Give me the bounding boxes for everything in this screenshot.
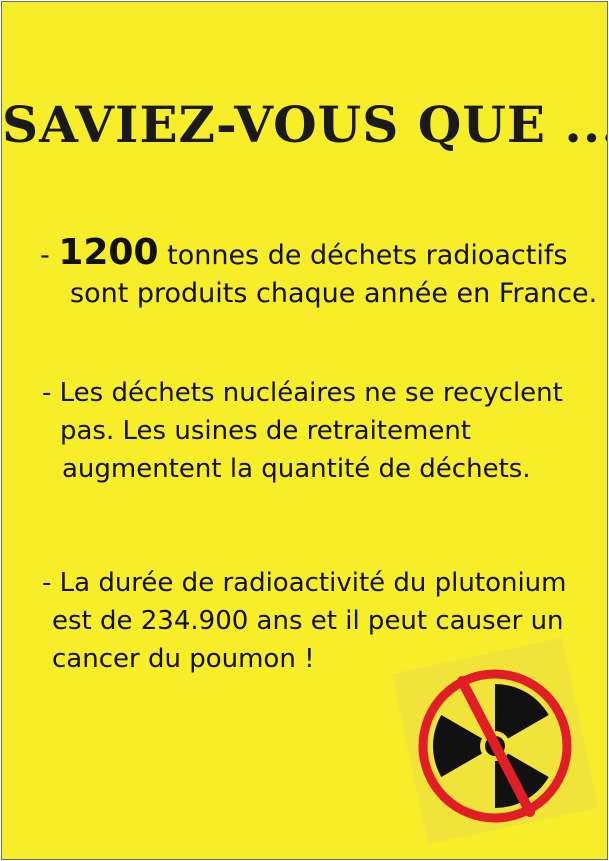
poster: SAVIEZ-VOUS QUE ... - 1200 tonnes de déc… bbox=[1, 1, 608, 860]
fact-recycling: - Les déchets nucléaires ne se recyclent… bbox=[42, 374, 563, 488]
fact-line: augmentent la quantité de déchets. bbox=[62, 454, 531, 484]
bullet-dash: - bbox=[40, 240, 59, 271]
fact-line: - Les déchets nucléaires ne se recyclent bbox=[42, 378, 563, 408]
fact-line: - 1200 tonnes de déchets radioactifs bbox=[40, 234, 597, 275]
fact-waste-tonnage: - 1200 tonnes de déchets radioactifs son… bbox=[40, 234, 597, 313]
fact-line: sont produits chaque année en France. bbox=[70, 278, 598, 309]
fact-line: est de 234.900 ans et il peut causer un bbox=[52, 606, 564, 636]
no-nuclear-icon bbox=[391, 637, 599, 845]
fact-line: - La durée de radioactivité du plutonium bbox=[42, 568, 567, 598]
tonnage-figure: 1200 bbox=[58, 232, 159, 273]
fact-line: pas. Les usines de retraitement bbox=[60, 416, 471, 446]
fact-text: tonnes de déchets radioactifs bbox=[158, 240, 568, 271]
poster-title: SAVIEZ-VOUS QUE ... bbox=[2, 95, 608, 154]
